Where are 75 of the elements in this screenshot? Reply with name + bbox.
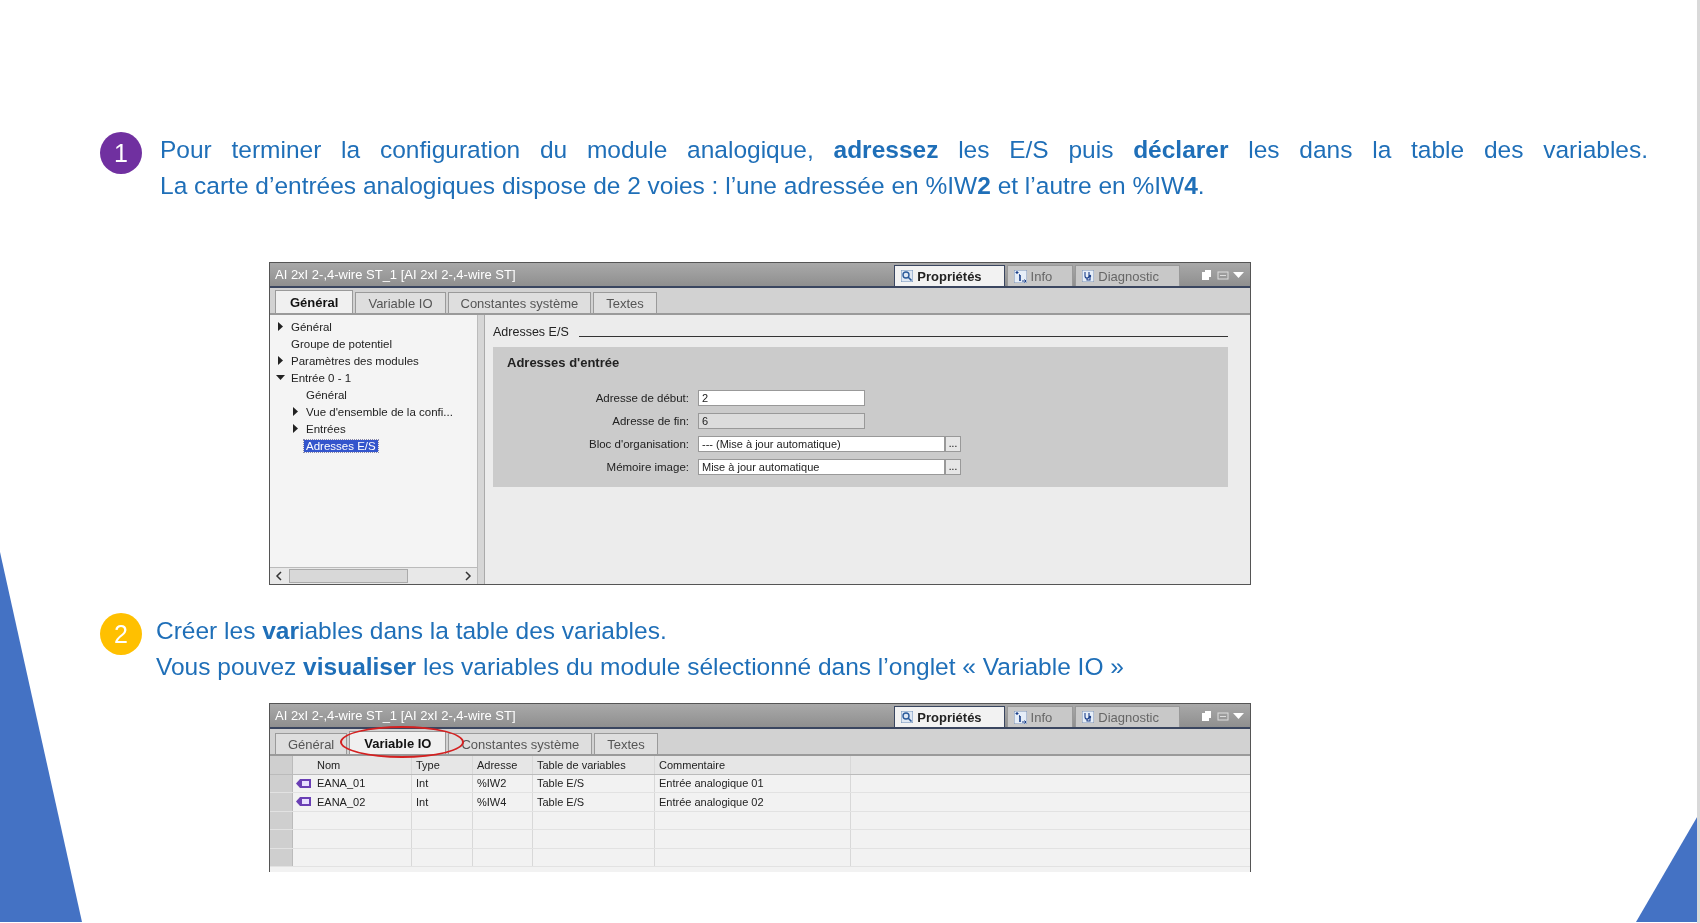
tab[interactable]: Variable IO	[349, 731, 447, 754]
search-icon	[901, 711, 914, 723]
input-field[interactable]: Mise à jour automatique	[698, 459, 945, 475]
tab[interactable]: Variable IO	[355, 292, 446, 313]
table-cell: Int	[412, 793, 473, 811]
column-header[interactable]: Commentaire	[655, 756, 851, 774]
window-controls-icon[interactable]	[1200, 269, 1244, 281]
field-label: Bloc d'organisation:	[588, 438, 689, 450]
window-title: AI 2xI 2-,4-wire ST_1 [AI 2xI 2-,4-wire ST]	[275, 267, 517, 282]
view-tab[interactable]: Propriétés	[894, 706, 1005, 727]
expand-arrow-icon[interactable]	[291, 407, 300, 416]
column-header[interactable]: Nom	[313, 756, 412, 774]
table-cell: Entrée analogique 01	[655, 774, 851, 792]
browse-button[interactable]: ...	[945, 436, 961, 452]
tag-icon	[295, 778, 311, 788]
stethoscope-icon	[1082, 711, 1095, 723]
view-tab[interactable]: Propriétés	[894, 265, 1005, 286]
tree-item[interactable]: Adresses E/S	[304, 439, 378, 452]
table-cell: %IW4	[473, 793, 533, 811]
stethoscope-icon	[1082, 270, 1095, 282]
horizontal-scrollbar[interactable]	[270, 567, 477, 584]
view-tab[interactable]: Info	[1006, 706, 1074, 727]
tab[interactable]: Général	[275, 733, 348, 754]
tree-item[interactable]: Groupe de potentiel	[289, 337, 395, 350]
window-title: AI 2xI 2-,4-wire ST_1 [AI 2xI 2-,4-wire ST]	[275, 708, 517, 723]
tab[interactable]: Constantes système	[448, 733, 593, 754]
expand-arrow-icon[interactable]	[291, 424, 300, 433]
table-cell: %IW2	[473, 774, 533, 792]
tab[interactable]: Constantes système	[447, 292, 592, 313]
table-cell: Entrée analogique 02	[655, 793, 851, 811]
step-number: 1	[100, 132, 142, 174]
tree-item[interactable]: Général	[289, 320, 334, 333]
column-header[interactable]: Table de variables	[533, 756, 655, 774]
input-field[interactable]: --- (Mise à jour automatique)	[698, 436, 945, 452]
tree-item[interactable]: Entrées	[304, 422, 348, 435]
table-cell: Table E/S	[533, 793, 655, 811]
expand-arrow-icon[interactable]	[276, 356, 285, 365]
view-tab[interactable]: Info	[1006, 265, 1074, 286]
scroll-left-icon[interactable]	[273, 570, 285, 582]
splitter-handle[interactable]	[478, 315, 485, 584]
instruction-text: Pour terminer la configuration du module analogique, adressez les E/S puis déclarer les dans la table des variables.	[160, 135, 1648, 165]
tag-icon	[295, 797, 311, 807]
table-cell: Table E/S	[533, 774, 655, 792]
tab[interactable]: Général	[275, 290, 354, 313]
view-tab[interactable]: Diagnostic	[1075, 265, 1180, 286]
tree-item[interactable]: Entrée 0 - 1	[289, 371, 354, 384]
field-label: Mémoire image:	[605, 461, 689, 473]
info-arrows-icon	[1013, 710, 1027, 724]
step-number: 2	[100, 613, 142, 655]
expand-arrow-icon[interactable]	[276, 322, 285, 331]
instruction-text: Créer les variables dans la table des variables.	[156, 616, 668, 646]
column-header[interactable]: Adresse	[473, 756, 533, 774]
field-label: Adresse de fin:	[611, 415, 689, 427]
tree-item[interactable]: Vue d'ensemble de la confi...	[304, 405, 455, 418]
column-header[interactable]: Type	[412, 756, 473, 774]
instruction-text: La carte d’entrées analogiques dispose de 2 voies : l’une adressée en %IW2 et l’autre en %IW4.	[160, 171, 1206, 201]
table-cell: EANA_02	[313, 793, 412, 811]
table-cell: EANA_01	[313, 774, 412, 792]
scroll-right-icon[interactable]	[462, 570, 474, 582]
view-tab[interactable]: Diagnostic	[1075, 706, 1180, 727]
input-field[interactable]: 2	[698, 390, 865, 406]
info-arrows-icon	[1013, 269, 1027, 283]
search-icon	[901, 270, 914, 282]
section-title: Adresses E/S	[493, 325, 569, 339]
instruction-text: Vous pouvez visualiser les variables du module sélectionné dans l’onglet « Variable IO »	[156, 652, 1125, 682]
field-label: Adresse de début:	[594, 392, 689, 404]
tree-item[interactable]: Paramètres des modules	[289, 354, 421, 367]
group-title: Adresses d'entrée	[507, 355, 621, 370]
browse-button[interactable]: ...	[945, 459, 961, 475]
tree-item[interactable]: Général	[304, 388, 349, 401]
table-cell: Int	[412, 774, 473, 792]
tab[interactable]: Textes	[594, 733, 658, 754]
tab[interactable]: Textes	[593, 292, 657, 313]
window-controls-icon[interactable]	[1200, 710, 1244, 722]
collapse-arrow-icon[interactable]	[276, 373, 285, 382]
